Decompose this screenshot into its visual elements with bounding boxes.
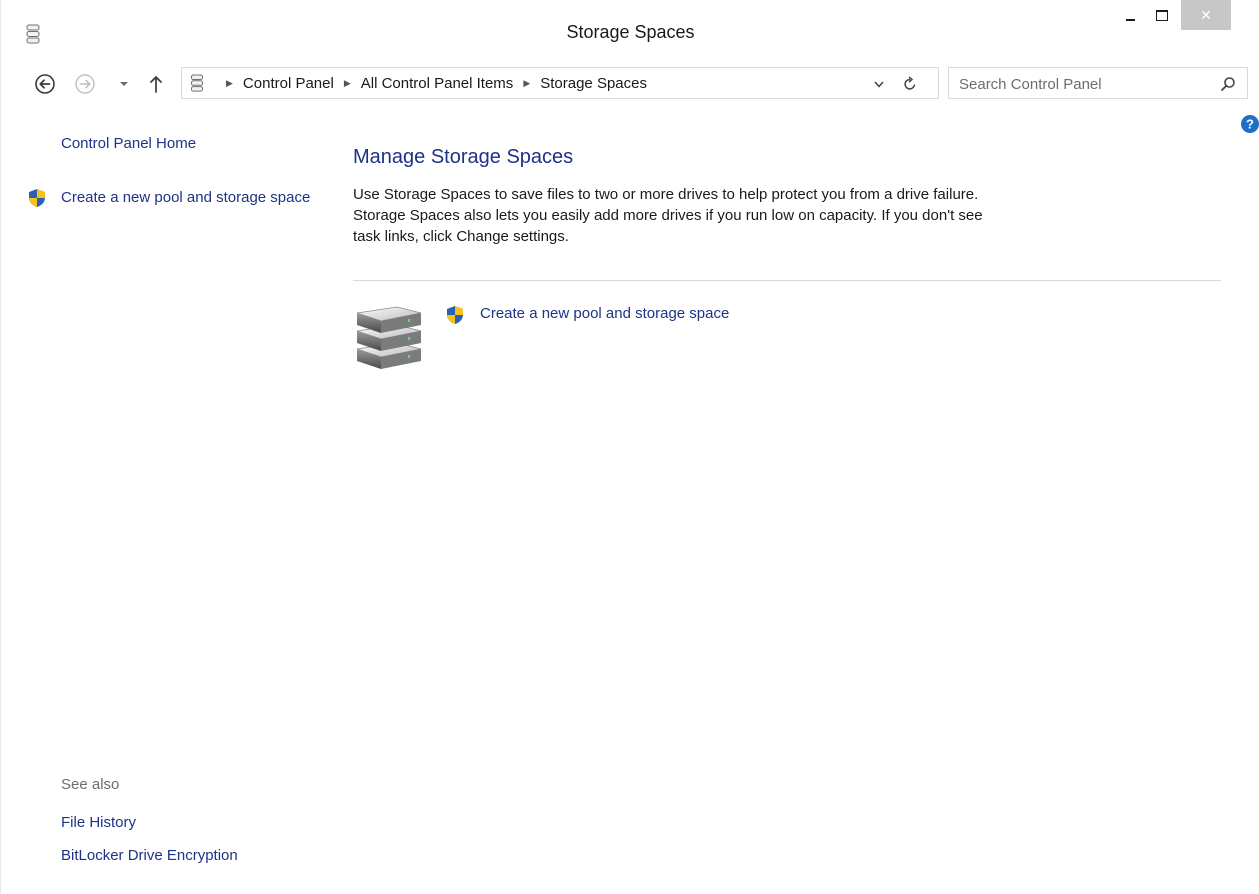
see-also-heading: See also [61, 776, 120, 793]
control-panel-home-link[interactable]: Control Panel Home [61, 134, 196, 154]
window-title: Storage Spaces [566, 22, 695, 42]
svg-text:?: ? [1246, 117, 1254, 132]
sidebar-create-pool-link[interactable]: Create a new pool and storage space [61, 188, 321, 208]
up-arrow-icon [150, 76, 162, 93]
maximize-button[interactable] [1147, 0, 1177, 30]
breadcrumb-storage-spaces[interactable]: Storage Spaces [540, 75, 647, 92]
storage-spaces-icon [191, 74, 203, 92]
minimize-button[interactable] [1117, 0, 1143, 30]
uac-shield-icon [29, 189, 45, 207]
left-pane: Control Panel Home Create a new pool and… [1, 104, 331, 894]
search-icon[interactable] [1219, 75, 1237, 93]
close-icon: ✕ [1200, 6, 1212, 23]
file-history-link[interactable]: File History [61, 813, 136, 833]
storage-drives-icon [356, 306, 422, 369]
up-button[interactable] [147, 73, 165, 95]
refresh-icon[interactable] [901, 75, 919, 93]
recent-locations-button[interactable] [117, 73, 131, 95]
breadcrumb-all-control-panel-items[interactable]: All Control Panel Items [361, 75, 514, 92]
uac-shield-icon [447, 306, 463, 324]
chevron-down-icon [120, 82, 128, 86]
address-bar[interactable]: ▶ Control Panel ▶ All Control Panel Item… [181, 67, 939, 99]
forward-button[interactable] [74, 73, 96, 95]
storage-spaces-window: Storage Spaces ✕ ▶ Control Panel ▶ All C… [0, 0, 1259, 894]
help-icon[interactable]: ? [1240, 114, 1259, 134]
page-description: Use Storage Spaces to save files to two … [353, 186, 983, 245]
breadcrumb: ▶ Control Panel ▶ All Control Panel Item… [216, 75, 647, 92]
search-box[interactable] [948, 67, 1248, 99]
breadcrumb-separator[interactable]: ▶ [226, 78, 233, 89]
maximize-icon [1156, 9, 1168, 21]
search-input[interactable] [959, 74, 1209, 94]
minimize-icon [1125, 19, 1135, 21]
navigation-bar: ▶ Control Panel ▶ All Control Panel Item… [1, 64, 1259, 104]
title-bar: Storage Spaces ✕ [1, 0, 1259, 64]
breadcrumb-control-panel[interactable]: Control Panel [243, 75, 334, 92]
forward-arrow-icon [75, 74, 95, 94]
address-dropdown-icon[interactable] [872, 76, 886, 92]
create-pool-task-link[interactable]: Create a new pool and storage space [480, 305, 729, 322]
close-button[interactable]: ✕ [1181, 0, 1231, 30]
back-arrow-icon [35, 74, 55, 94]
divider [353, 280, 1221, 281]
back-button[interactable] [34, 73, 56, 95]
bitlocker-link[interactable]: BitLocker Drive Encryption [61, 846, 238, 866]
page-title: Manage Storage Spaces [353, 146, 574, 168]
breadcrumb-separator[interactable]: ▶ [344, 78, 351, 89]
breadcrumb-separator[interactable]: ▶ [523, 78, 530, 89]
